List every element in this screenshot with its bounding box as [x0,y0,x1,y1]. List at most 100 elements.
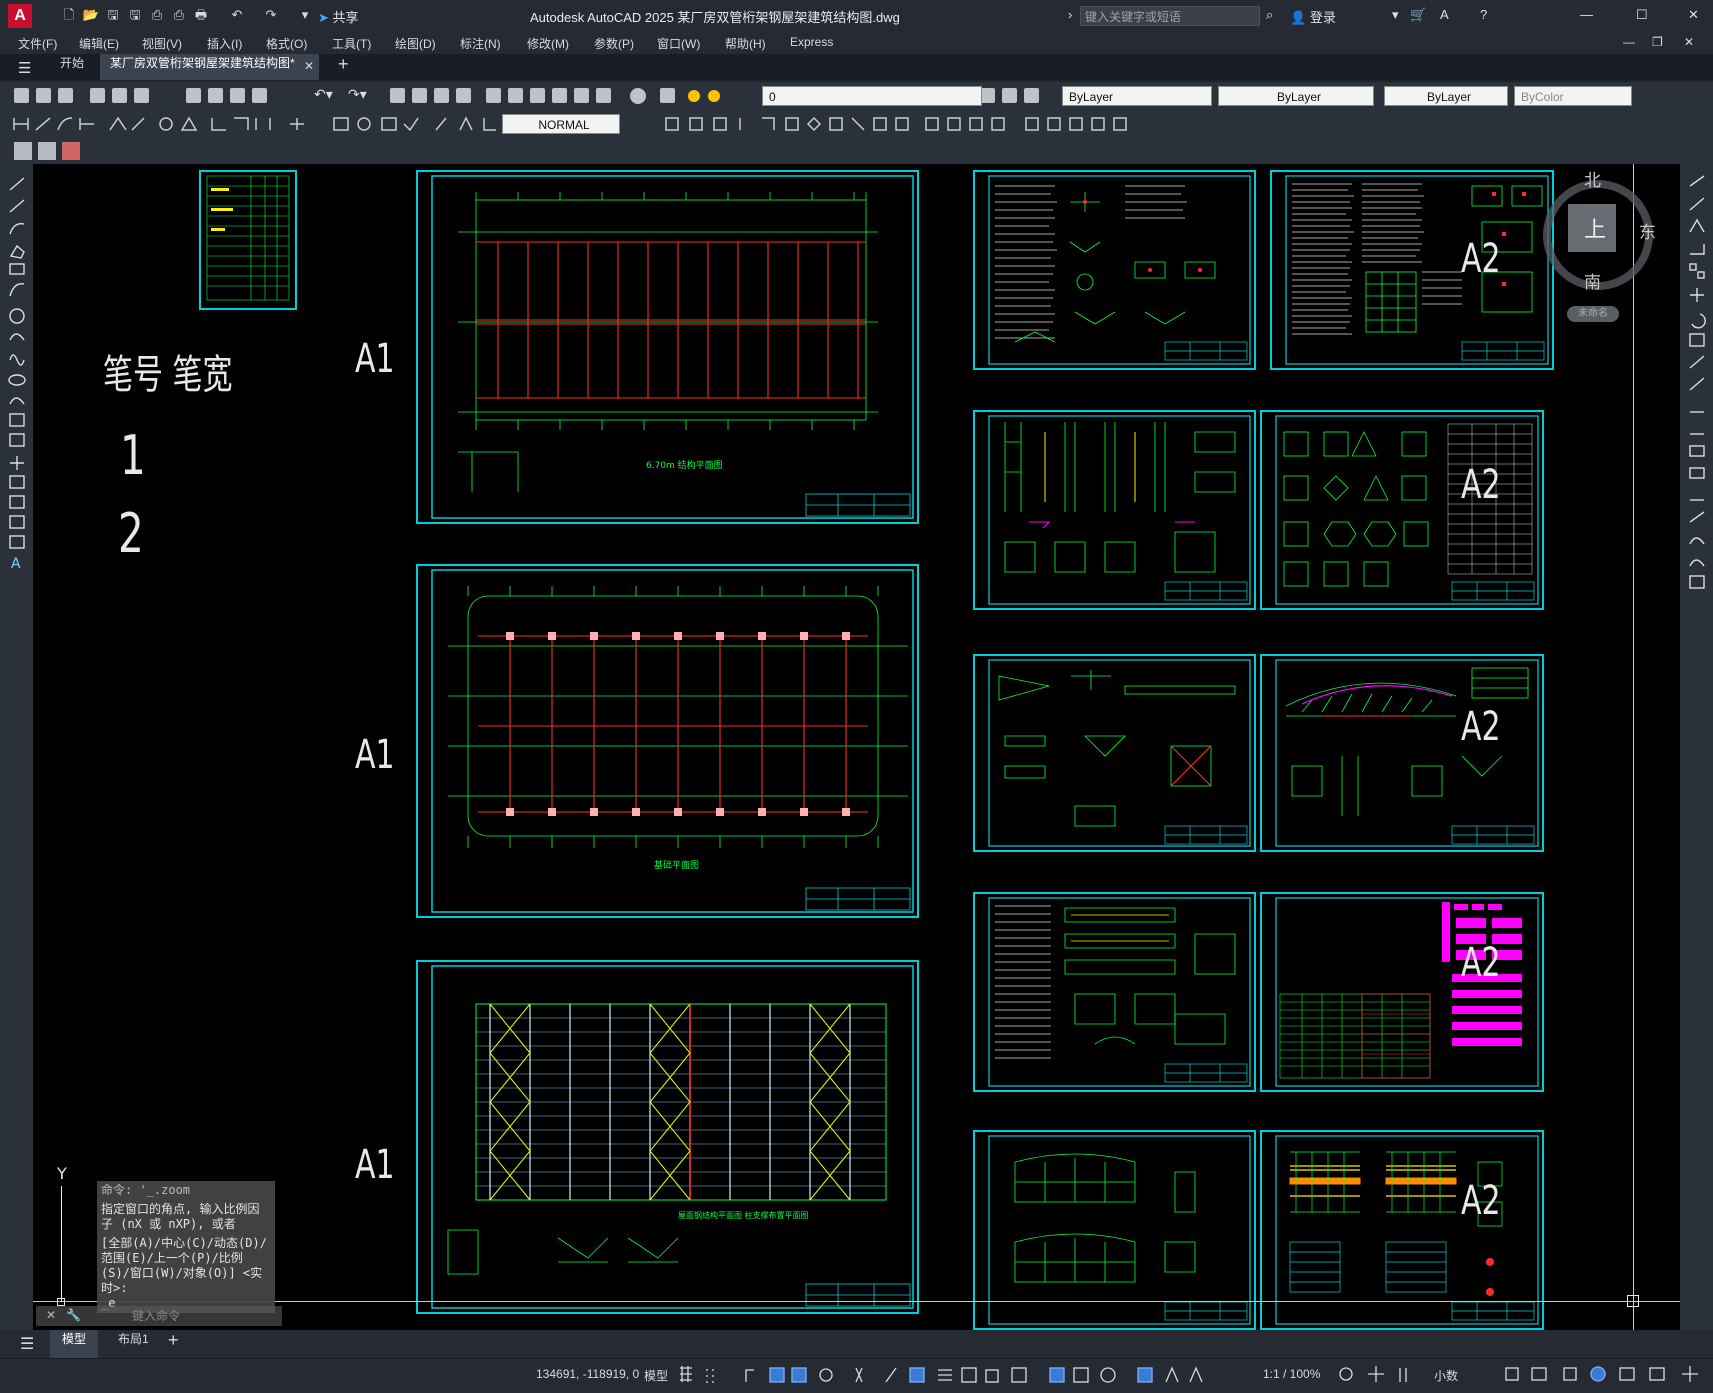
coordinates-readout[interactable]: 134691, -118919, 0 [536,1367,639,1381]
help-icon[interactable]: ? [1480,7,1487,22]
save-icon[interactable]: 🖫 [104,7,122,25]
tool-icon-a[interactable] [14,142,32,160]
minimize-button[interactable]: — [1580,7,1593,22]
menu-edit[interactable]: 编辑(E) [79,35,119,52]
tool-icon-b[interactable] [38,142,56,160]
menu-draw[interactable]: 绘图(D) [395,35,436,52]
undo-icon[interactable]: ↶ [228,7,246,25]
doc-minimize-button[interactable]: — [1623,35,1635,49]
pen-number-1: 1 [120,424,146,487]
sheet-label-a2-4: A2 [1461,940,1501,986]
login-button[interactable]: 👤 登录 [1290,7,1336,26]
redo-icon-2[interactable]: ↷▾ [348,87,367,103]
pen-header-label: 笔号 笔宽 [103,352,233,398]
close-button[interactable]: ✕ [1688,7,1699,23]
tab-layout1[interactable]: 布局1 [108,1330,159,1358]
menu-dimension[interactable]: 标注(N) [460,35,501,52]
close-command-icon[interactable]: ✕ [46,1308,56,1322]
dimension-toolbar: NORMAL [0,110,1713,139]
menu-express[interactable]: Express [790,35,833,49]
print-icon[interactable]: 🖶 [192,7,210,25]
menu-window[interactable]: 窗口(W) [657,35,700,52]
open-icon[interactable]: 📂 [82,7,100,25]
command-line-1: 命令: '_.zoom [101,1183,191,1197]
sheet-a2-general-notes-1[interactable] [973,170,1256,370]
sheet-a1-foundation-plan[interactable]: 基础平面图 [416,564,919,918]
sheet-label-a2-2: A2 [1461,462,1501,508]
wcs-menu[interactable]: 未命名 [1567,306,1619,322]
tab-drawing[interactable]: 某厂房双管桁架钢屋架建筑结构图* [100,54,319,80]
doc-close-button[interactable]: ✕ [1684,35,1694,49]
layout-menu-icon[interactable]: ☰ [20,1334,34,1353]
linetype-dropdown[interactable]: ByLayer [1218,86,1374,106]
publish-icon[interactable]: ⎙ [148,7,166,25]
truss-elevation-drawing [1275,659,1539,847]
menu-view[interactable]: 视图(V) [142,35,182,52]
units-dropdown[interactable]: 小数 [1434,1367,1458,1384]
gable-elevation-drawing [988,1135,1251,1325]
share-icon: ➤ [318,10,329,25]
tab-close-icon[interactable]: ✕ [304,59,314,73]
title-bar: A 🗋 📂 🖫 🖫 ⎙ ⎙ 🖶 ↶ ↷ ▾ ➤ 共享 Autodesk Auto… [0,0,1713,33]
sheet-a2-foundation-details[interactable] [1260,410,1544,610]
menu-parametric[interactable]: 参数(P) [594,35,634,52]
menu-modify[interactable]: 修改(M) [527,35,569,52]
doc-restore-button[interactable]: ❐ [1652,35,1663,49]
menu-help[interactable]: 帮助(H) [725,35,766,52]
search-icon[interactable]: ⌕ [1266,7,1273,23]
sheet-a2-truss-elevation[interactable] [1260,654,1544,852]
new-tab-button[interactable]: + [328,54,359,80]
drawing-canvas[interactable]: 笔号 笔宽 1 2 A1 A1 A1 6.70m 结构平面图 基础平面图 屋面钢… [33,164,1680,1330]
notes-drawing-2 [1285,175,1549,365]
share-button[interactable]: ➤ 共享 [318,7,359,26]
plot-icon[interactable]: ⎙ [170,7,188,25]
customize-command-icon[interactable]: 🔧 [66,1308,81,1322]
sheet-a2-column-details[interactable] [973,410,1256,610]
dropdown-icon[interactable]: ▾ [1392,7,1399,23]
redo-icon[interactable]: ↷ [262,7,280,25]
new-icon[interactable]: 🗋 [60,7,78,25]
plotstyle-dropdown[interactable]: ByColor [1514,86,1632,106]
model-space-button[interactable]: 模型 [644,1367,668,1384]
sheet-a2-general-notes-2[interactable] [1270,170,1554,370]
sheet-a2-crane-beam[interactable] [1260,1130,1544,1330]
layer-dropdown[interactable]: 0 [762,86,982,106]
sheet-label-a1-3: A1 [355,1142,395,1188]
undo-icon-2[interactable]: ↶▾ [314,87,333,103]
viewcube-top-label: 上 [1584,218,1607,243]
crosshair-vertical [1633,164,1634,1330]
notes-drawing-1 [988,175,1251,365]
sheet-a2-gable-elevation[interactable] [973,1130,1256,1330]
lineweight-dropdown[interactable]: ByLayer [1384,86,1508,106]
sheet-a2-purlin-details[interactable] [973,654,1256,852]
chevron-right-icon[interactable]: › [1068,7,1072,22]
cart-icon[interactable]: 🛒 [1410,7,1426,23]
menu-insert[interactable]: 插入(I) [207,35,242,52]
sheet-a2-member-schedule[interactable] [1260,892,1544,1092]
save-as-icon[interactable]: 🖫 [126,7,144,25]
autocad-logo-icon[interactable]: A [8,4,32,28]
annotation-scale[interactable]: 1:1 / 100% [1263,1367,1320,1381]
menu-tools[interactable]: 工具(T) [332,35,371,52]
sheet-a1-structural-plan[interactable]: 6.70m 结构平面图 [416,170,919,524]
search-input[interactable]: 键入关键字或短语 [1080,6,1260,26]
tab-model[interactable]: 模型 [50,1330,99,1358]
foundation-plan-caption: 基础平面图 [654,861,700,871]
status-toggle-icons [680,1366,1203,1383]
color-dropdown[interactable]: ByLayer [1062,86,1212,106]
menu-format[interactable]: 格式(O) [266,35,307,52]
customize-qat-icon[interactable]: ▾ [296,7,314,25]
menu-file[interactable]: 文件(F) [18,35,57,52]
tool-icon-c[interactable] [62,142,80,160]
sheet-a2-truss-details[interactable] [973,892,1256,1092]
draw-toolbar-vertical: A [0,164,33,1330]
sheet-a1-roof-plan[interactable]: 屋面钢结构平面图 柱支撑布置平面图 [416,960,919,1314]
autodesk-app-icon[interactable]: A [1440,7,1449,22]
status-right-icons [1505,1366,1698,1382]
hamburger-menu-icon[interactable]: ☰ [18,59,31,77]
roof-plan-caption: 屋面钢结构平面图 柱支撑布置平面图 [678,1211,809,1220]
add-layout-button[interactable]: + [162,1330,185,1358]
text-style-dropdown[interactable]: NORMAL [502,114,620,134]
tab-start[interactable]: 开始 [50,54,94,80]
maximize-button[interactable]: ☐ [1636,7,1648,23]
